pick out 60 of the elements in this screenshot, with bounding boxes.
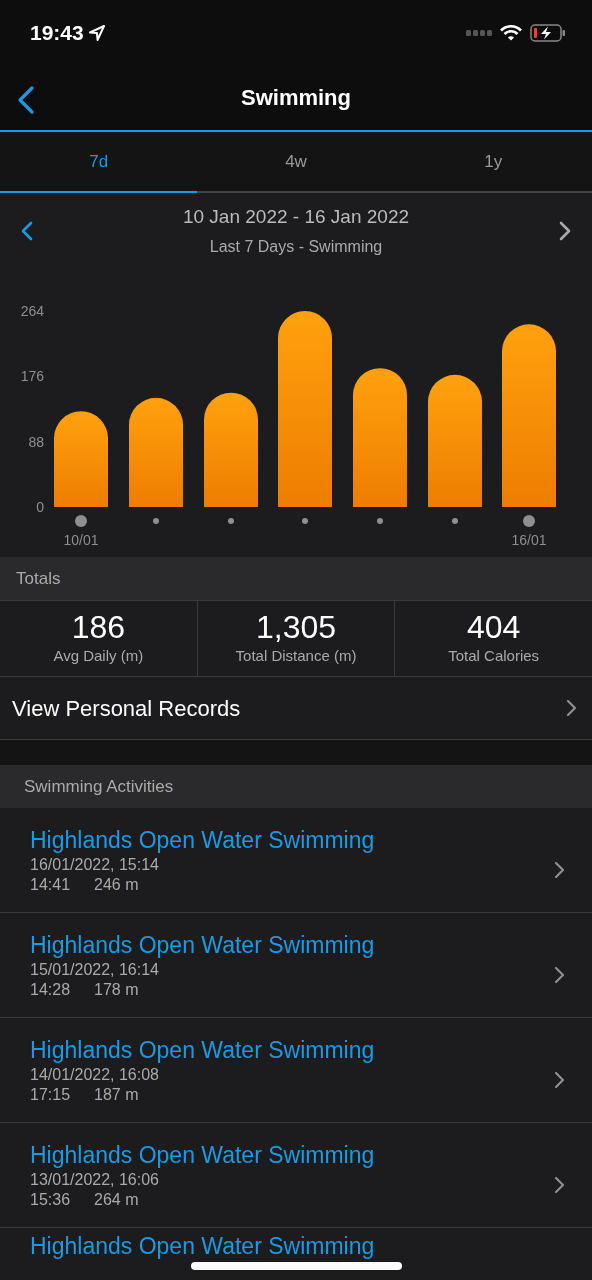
chevron-icon (553, 860, 566, 879)
activity-distance: 264 m (94, 1189, 139, 1210)
activity-title: Highlands Open Water Swimming (30, 1142, 375, 1170)
axis-label: 10/01 (63, 532, 99, 548)
date-range: 10 Jan 2022 - 16 Jan 2022 (182, 204, 410, 229)
activity-title: Highlands Open Water Swimming (30, 1233, 375, 1261)
period-subtitle: Last 7 Days - Swimming (208, 237, 384, 258)
activity-duration: 14:41 (30, 874, 71, 895)
activity-distance: 187 m (94, 1084, 139, 1105)
stat-label: Total Calories (448, 645, 540, 666)
location-arrow-icon (87, 23, 106, 42)
signal-icon (466, 29, 492, 36)
day-marker-icon (75, 515, 87, 527)
axis-label: 264 (20, 303, 44, 319)
activity-title: Highlands Open Water Swimming (30, 932, 375, 960)
section-header: Totals (0, 557, 592, 600)
wifi-icon (500, 24, 522, 41)
stat-label: Total Distance (m) (235, 645, 357, 666)
activity-distance: 178 m (94, 979, 139, 1000)
activity-duration: 17:15 (30, 1084, 71, 1105)
day-marker-icon (377, 518, 383, 524)
battery-icon (530, 23, 566, 42)
activity-row[interactable]: Highlands Open Water Swimming 13/01/2022, 16:06 15:36 264 m (0, 1123, 592, 1228)
stat-value: 404 (467, 609, 521, 645)
activity-distance: 246 m (94, 874, 139, 895)
row-label: View Personal Records (12, 694, 241, 723)
activity-title: Highlands Open Water Swimming (30, 1037, 375, 1065)
activity-row[interactable]: Highlands Open Water Swimming (0, 1228, 592, 1278)
chevron-icon (565, 699, 578, 717)
activity-title: Highlands Open Water Swimming (30, 827, 375, 855)
status-time: 19:43 (30, 19, 84, 46)
stat-value: 186 (71, 609, 126, 645)
activity-datetime: 13/01/2022, 16:06 (30, 1169, 160, 1190)
period-tab[interactable]: 1y (394, 132, 592, 193)
activity-row[interactable]: Highlands Open Water Swimming 15/01/2022, 16:14 14:28 178 m (0, 913, 592, 1018)
screen-title: Swimming (241, 84, 351, 112)
stat-label: Avg Daily (m) (53, 645, 144, 666)
axis-label: 16/01 (511, 532, 547, 548)
activity-row[interactable]: Highlands Open Water Swimming 16/01/2022, 15:14 14:41 246 m (0, 808, 592, 913)
day-marker-icon (153, 518, 159, 524)
chevron-icon (553, 1070, 566, 1089)
day-marker-icon (452, 518, 458, 524)
axis-label: 176 (20, 368, 44, 385)
activity-datetime: 15/01/2022, 16:14 (30, 959, 160, 980)
day-marker-icon (302, 518, 308, 524)
chevron-icon (553, 965, 566, 984)
day-marker-icon (523, 515, 535, 527)
activity-datetime: 16/01/2022, 15:14 (30, 854, 160, 875)
chevron-icon (553, 1175, 566, 1194)
period-tab[interactable]: 7d (0, 132, 198, 193)
axis-label: 0 (36, 499, 44, 515)
activity-duration: 14:28 (30, 979, 71, 1000)
activity-duration: 15:36 (30, 1189, 71, 1210)
day-marker-icon (228, 518, 234, 524)
activity-row[interactable]: Highlands Open Water Swimming 14/01/2022, 16:08 17:15 187 m (0, 1018, 592, 1123)
section-header: Swimming Activities (0, 765, 592, 808)
period-tab[interactable]: 4w (197, 132, 395, 193)
axis-label: 88 (28, 433, 44, 450)
stat-value: 1,305 (255, 609, 337, 645)
activity-datetime: 14/01/2022, 16:08 (30, 1064, 160, 1085)
